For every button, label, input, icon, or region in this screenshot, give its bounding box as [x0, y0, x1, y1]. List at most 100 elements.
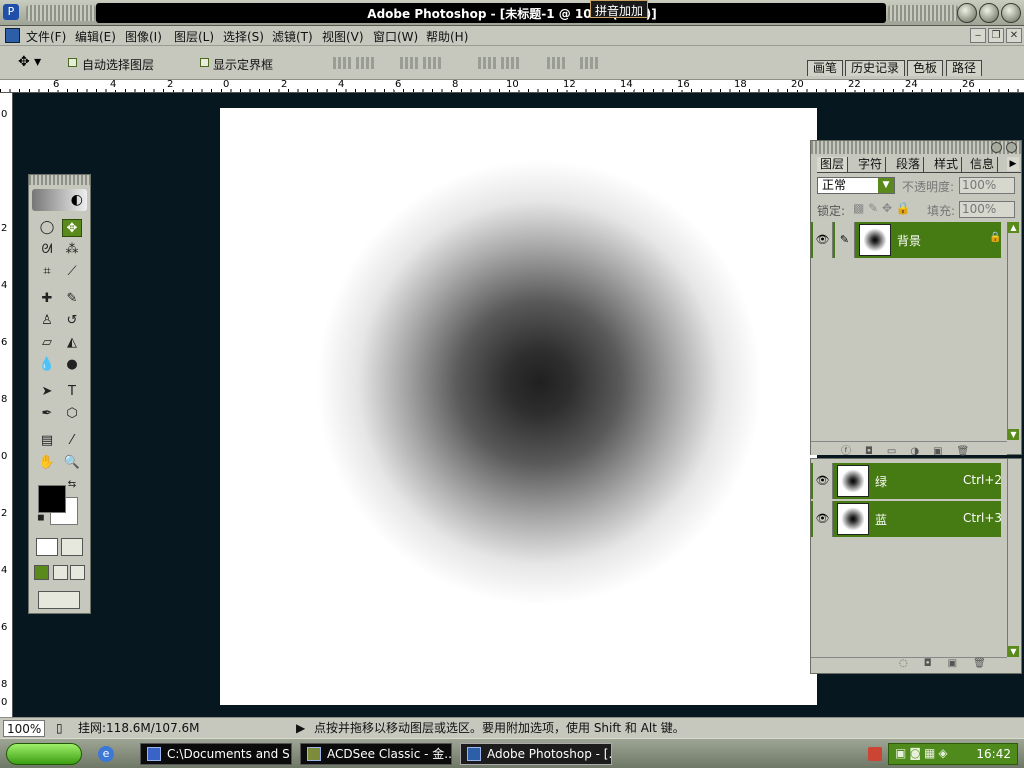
screen-mode-standard-button[interactable]	[34, 565, 49, 580]
tray-icons[interactable]: ▣◙▦◈	[895, 746, 951, 760]
distribute-right-icon[interactable]	[580, 57, 600, 69]
show-bounding-box-checkbox[interactable]	[200, 58, 209, 67]
standard-mode-button[interactable]	[36, 538, 58, 556]
scroll-down-icon[interactable]: ▼	[1008, 429, 1019, 440]
channel-row-blue[interactable]: 👁 蓝 Ctrl+3	[811, 501, 1002, 537]
healing-brush-icon[interactable]: ✚	[37, 290, 57, 308]
distribute-top-icon[interactable]	[478, 57, 498, 69]
status-menu-arrow-icon[interactable]: ▶	[296, 720, 305, 737]
tab-character[interactable]: 字符	[855, 157, 887, 172]
doc-close-button[interactable]: ✕	[1006, 28, 1022, 43]
crop-tool-icon[interactable]: ⌗	[37, 263, 57, 281]
task-acdsee[interactable]: ACDSee Classic - 金...	[300, 743, 452, 765]
panel-minimize-button[interactable]	[991, 142, 1002, 153]
channel-row-green[interactable]: 👁 绿 Ctrl+2	[811, 463, 1002, 499]
tab-styles[interactable]: 样式	[931, 157, 963, 172]
history-brush-icon[interactable]: ↺	[62, 312, 82, 330]
eye-icon[interactable]: 👁	[813, 501, 833, 537]
brush-link-icon[interactable]: ✎	[835, 222, 855, 258]
doc-info-icon[interactable]: ▯	[56, 720, 63, 737]
document-canvas[interactable]	[220, 108, 817, 705]
channel-action-icons[interactable]: ◌◘▣🗑	[899, 658, 1002, 669]
menu-help[interactable]: 帮助(H)	[426, 28, 468, 45]
brush-tool-icon[interactable]: ✎	[62, 290, 82, 308]
dodge-tool-icon[interactable]: ●	[62, 356, 82, 374]
align-vcenter-icon[interactable]	[356, 57, 376, 69]
pen-tool-icon[interactable]: ✒	[37, 405, 57, 423]
foreground-color-swatch[interactable]	[38, 485, 66, 513]
zoom-field[interactable]: 100%	[3, 720, 45, 737]
tab-info[interactable]: 信息	[967, 157, 999, 172]
lock-icons[interactable]: ▩ ✎ ✥ 🔒	[853, 201, 911, 215]
lasso-tool-icon[interactable]: ᘛ	[37, 241, 57, 259]
menu-edit[interactable]: 编辑(E)	[75, 28, 116, 45]
doc-restore-button[interactable]: ❐	[988, 28, 1004, 43]
start-button[interactable]	[6, 743, 82, 765]
opacity-field[interactable]: 100%	[959, 177, 1015, 194]
well-tab-history[interactable]: 历史记录	[845, 60, 906, 76]
blend-mode-select[interactable]: 正常 ▼	[817, 177, 895, 194]
notes-tool-icon[interactable]: ▤	[37, 432, 57, 450]
well-tab-paths[interactable]: 路径	[946, 60, 983, 76]
jump-to-imageready-button[interactable]	[38, 591, 80, 609]
marquee-tool-icon[interactable]: ◯	[37, 219, 57, 237]
menu-layer[interactable]: 图层(L)	[174, 28, 214, 45]
distribute-vcenter-icon[interactable]	[501, 57, 521, 69]
scroll-down-icon[interactable]: ▼	[1008, 646, 1019, 657]
toolbox-grip[interactable]	[29, 175, 90, 185]
eye-icon[interactable]: 👁	[813, 463, 833, 499]
well-tab-swatches[interactable]: 色板	[907, 60, 944, 76]
path-selection-icon[interactable]: ➤	[37, 383, 57, 401]
menu-select[interactable]: 选择(S)	[223, 28, 264, 45]
menu-view[interactable]: 视图(V)	[322, 28, 364, 45]
shape-tool-icon[interactable]: ⬡	[62, 405, 82, 423]
clone-stamp-icon[interactable]: ♙	[37, 312, 57, 330]
screen-mode-full-menu-button[interactable]	[53, 565, 68, 580]
tab-paragraph[interactable]: 段落	[893, 157, 925, 172]
align-top-icon[interactable]	[333, 57, 353, 69]
panel-titlebar[interactable]	[811, 141, 1021, 154]
align-hcenter-icon[interactable]	[423, 57, 443, 69]
scroll-up-icon[interactable]: ▲	[1008, 222, 1019, 233]
move-tool-icon[interactable]: ✥	[62, 219, 82, 237]
close-button[interactable]	[1001, 3, 1021, 23]
doc-icon[interactable]	[5, 28, 20, 43]
doc-minimize-button[interactable]: ‒	[970, 28, 986, 43]
screen-mode-full-button[interactable]	[70, 565, 85, 580]
panel-menu-arrow-icon[interactable]: ▶	[1007, 157, 1019, 171]
slice-tool-icon[interactable]: ⟋	[62, 263, 82, 281]
ime-indicator[interactable]: 拼音加加	[590, 0, 649, 18]
task-photoshop[interactable]: Adobe Photoshop - [...	[460, 743, 612, 765]
move-tool-preset-icon[interactable]: ✥ ▾	[18, 54, 41, 70]
hand-tool-icon[interactable]: ✋	[37, 454, 57, 472]
minimize-button[interactable]	[957, 3, 977, 23]
adobe-logo-icon[interactable]: ◐	[32, 189, 87, 211]
swap-colors-icon[interactable]: ⇆	[65, 478, 79, 492]
menu-file[interactable]: 文件(F)	[26, 28, 66, 45]
panel-close-button[interactable]	[1006, 142, 1017, 153]
menu-window[interactable]: 窗口(W)	[373, 28, 418, 45]
chevron-down-icon[interactable]: ▼	[878, 178, 894, 193]
eyedropper-tool-icon[interactable]: ⁄	[62, 432, 82, 450]
distribute-left-icon[interactable]	[547, 57, 567, 69]
layer-row-background[interactable]: 👁 ✎ 背景 🔒	[811, 222, 1001, 258]
eraser-tool-icon[interactable]: ▱	[37, 334, 57, 352]
paint-bucket-icon[interactable]: ◭	[62, 334, 82, 352]
maximize-button[interactable]	[979, 3, 999, 23]
well-tab-brushes[interactable]: 画笔	[807, 60, 844, 76]
default-colors-icon[interactable]: ◼	[35, 512, 47, 524]
zoom-tool-icon[interactable]: 🔍	[62, 454, 82, 472]
type-tool-icon[interactable]: T	[62, 383, 82, 401]
quick-mask-button[interactable]	[61, 538, 83, 556]
vertical-ruler[interactable]: 0 2 4 6 8 0 2 4 6 8 0	[0, 93, 13, 717]
align-left-icon[interactable]	[400, 57, 420, 69]
blur-tool-icon[interactable]: 💧	[37, 356, 57, 374]
eye-icon[interactable]: 👁	[813, 222, 833, 258]
channels-scrollbar[interactable]: ▼	[1007, 459, 1019, 657]
tab-layers[interactable]: 图层	[817, 157, 849, 172]
magic-wand-tool-icon[interactable]: ⁂	[62, 241, 82, 259]
layers-scrollbar[interactable]: ▲ ▼	[1007, 222, 1019, 440]
task-explorer[interactable]: C:\Documents and S...	[140, 743, 292, 765]
language-icon[interactable]	[868, 747, 882, 761]
layer-action-icons[interactable]: ⓕ◘▭◑▣🗑	[841, 442, 983, 457]
